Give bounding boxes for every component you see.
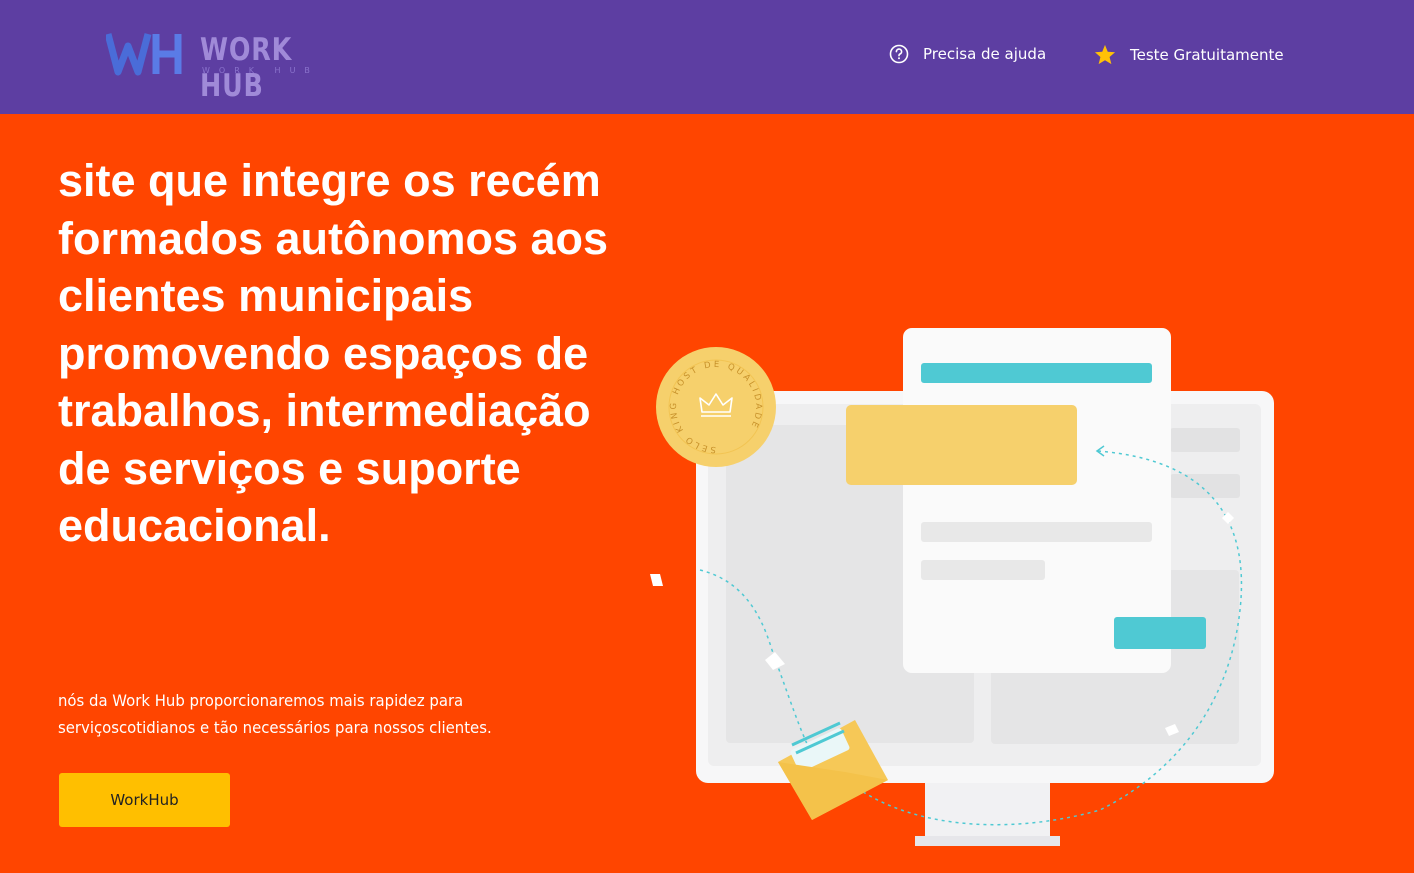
computer-illustration: SELO KING HOST DE QUALIDADE [650,328,1274,846]
star-icon [1094,44,1116,65]
highlight-block [846,405,1077,485]
question-circle-icon [889,44,909,64]
top-navbar: WORK HUB WORK HUB Precisa de ajuda Teste… [0,0,1414,114]
hero-description: nós da Work Hub proporcionaremos mais ra… [58,691,492,737]
workhub-button[interactable]: WorkHub [59,773,230,827]
logo[interactable]: WORK HUB WORK HUB [104,30,356,104]
free-trial-link-label: Teste Gratuitamente [1130,45,1284,64]
free-trial-link[interactable]: Teste Gratuitamente [1094,44,1284,65]
hero-title: site que integre os recém formados autôn… [58,155,609,551]
logo-subtext: WORK HUB [202,66,319,75]
logo-mark-icon [104,33,182,76]
help-link-label: Precisa de ajuda [923,45,1047,63]
help-link[interactable]: Precisa de ajuda [889,44,1046,64]
quality-seal-badge: SELO KING HOST DE QUALIDADE [656,347,776,467]
